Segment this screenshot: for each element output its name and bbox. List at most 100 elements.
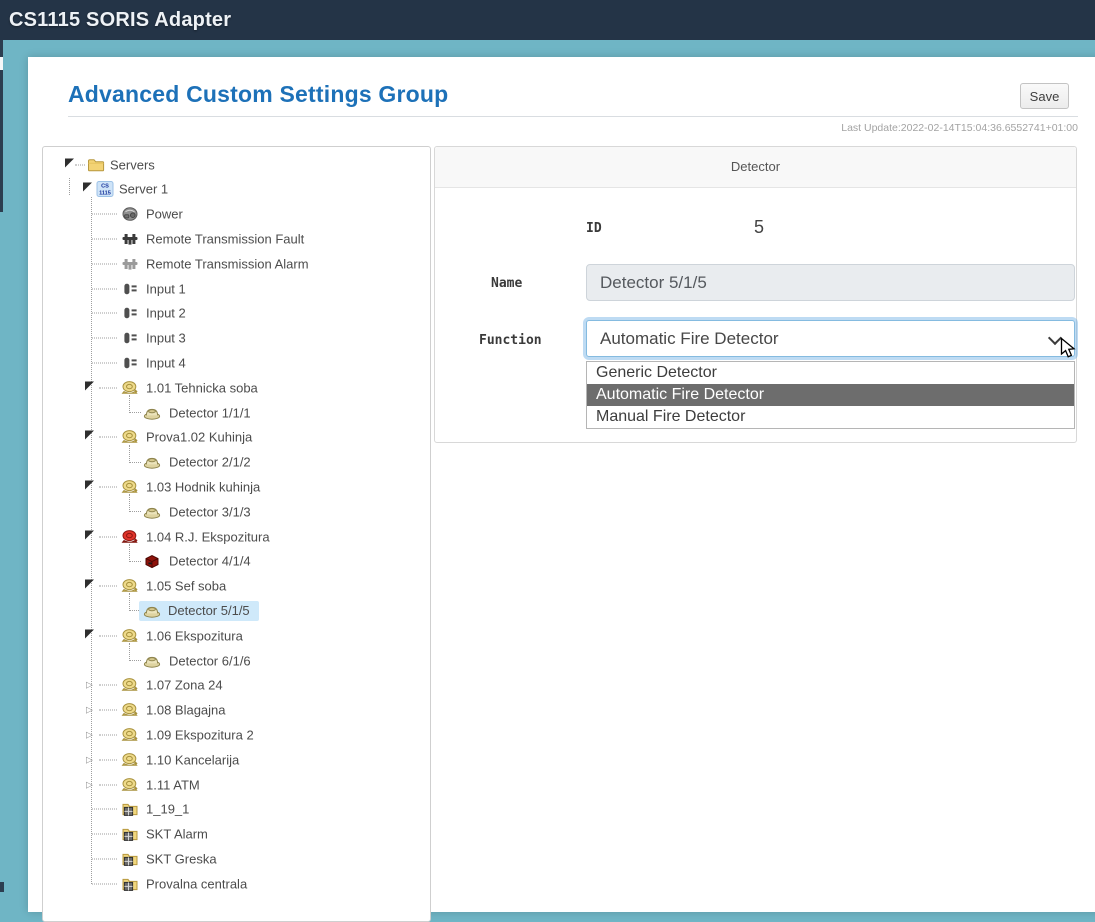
tree-connector [92,883,117,884]
last-update-timestamp: Last Update:2022-02-14T15:04:36.6552741+… [68,122,1078,134]
tree-item-servers[interactable]: Servers [43,152,430,177]
tree-item-server-1[interactable]: CS1115Server 1 [43,177,430,202]
heading-divider [68,116,1078,117]
expand-collapse-icon[interactable] [85,530,94,539]
detector-icon [143,504,161,520]
tree-connector [92,238,117,239]
tree-item-1-09-ekspozitura-2[interactable]: ▷ 1.09 Ekspozitura 2 [43,722,430,747]
main-card: Advanced Custom Settings Group Save Last… [28,57,1095,912]
expand-collapse-icon[interactable]: ▷ [86,706,93,715]
tree-connector [99,759,117,760]
tree-connector [99,536,117,537]
tree-connector [129,544,141,562]
tree-item-label: SKT Greska [146,851,217,866]
tree-item-label: 1.10 Kancelarija [146,752,239,767]
tree-item-skt-alarm[interactable]: SKT Alarm [43,822,430,847]
tree-item-label: SKT Alarm [146,827,208,842]
name-label: Name [491,276,522,291]
function-option-manual-fire-detector[interactable]: Manual Fire Detector [587,406,1074,428]
tree-item-1-07-zona-24[interactable]: ▷1.07 Zona 24 [43,673,430,698]
tree-item-detector-1-1-1[interactable]: Detector 1/1/1 [43,400,430,425]
detector-red-icon [143,553,161,569]
expand-collapse-icon[interactable] [85,629,94,638]
expand-collapse-icon[interactable]: ▷ [86,730,93,739]
tree-item-label: 1_19_1 [146,802,189,817]
app-title-bar: CS1115 SORIS Adapter [0,0,1095,40]
tree-item-detector-4-1-4[interactable]: Detector 4/1/4 [43,549,430,574]
tree-item-label: 1.05 Sef soba [146,579,226,594]
tree-item-1-19-1[interactable]: 1_19_1 [43,797,430,822]
tree-item-1-05-sef-soba[interactable]: 1.05 Sef soba [43,574,430,599]
device-tree: ServersCS1115Server 1 Power Remote Transmi… [43,152,430,921]
tree-item-remote-transmission-alarm[interactable]: Remote Transmission Alarm [43,251,430,276]
tree-connector [99,685,117,686]
tree-item-label: Remote Transmission Alarm [146,256,309,271]
tree-item-input-2[interactable]: Input 2 [43,301,430,326]
tree-item-input-1[interactable]: Input 1 [43,276,430,301]
page-title: Advanced Custom Settings Group [68,81,448,108]
detector-icon [143,653,161,669]
function-option-automatic-fire-detector[interactable]: Automatic Fire Detector [587,384,1074,406]
tree-connector [129,643,141,661]
expand-collapse-icon[interactable]: ▷ [86,681,93,690]
tree-item-remote-transmission-fault[interactable]: Remote Transmission Fault [43,226,430,251]
save-button[interactable]: Save [1020,83,1069,109]
tree-item-detector-6-1-6[interactable]: Detector 6/1/6 [43,648,430,673]
function-select[interactable]: Automatic Fire Detector [586,320,1075,357]
tree-item-input-4[interactable]: Input 4 [43,350,430,375]
tree-item-provalna-centrala[interactable]: Provalna centrala [43,871,430,896]
input-icon [121,281,139,297]
tree-connector [92,263,117,264]
tree-item-1-06-ekspozitura[interactable]: 1.06 Ekspozitura [43,623,430,648]
left-edge-notch [0,57,3,70]
zone-icon [121,578,139,594]
expand-collapse-icon[interactable] [65,158,74,167]
tree-connector [92,809,117,810]
zone-icon [121,479,139,495]
mouse-cursor [1060,337,1077,365]
tree-item-label: 1.09 Ekspozitura 2 [146,727,254,742]
tree-connector [99,586,117,587]
expand-collapse-icon[interactable] [85,480,94,489]
tree-item-detector-2-1-2[interactable]: Detector 2/1/2 [43,450,430,475]
tree-item-detector-3-1-3[interactable]: Detector 3/1/3 [43,499,430,524]
tree-item-prova1-02-kuhinja[interactable]: Prova1.02 Kuhinja [43,425,430,450]
tree-item-label: Detector 4/1/4 [169,554,251,569]
tree-connector [99,710,117,711]
expand-collapse-icon[interactable] [85,381,94,390]
name-input[interactable]: Detector 5/1/5 [586,264,1075,301]
zone-icon [121,727,139,743]
power-icon [121,206,139,222]
tree-item-label: Input 2 [146,306,186,321]
tree-item-1-08-blagajna[interactable]: ▷ 1.08 Blagajna [43,698,430,723]
tree-item-1-04-r-j-ekspozitura[interactable]: 1.04 R.J. Ekspozitura [43,524,430,549]
zone-icon [121,677,139,693]
tree-item-label: 1.06 Ekspozitura [146,628,243,643]
zone-icon [121,429,139,445]
tree-item-label: Provalna centrala [146,876,247,891]
tree-connector [92,834,117,835]
expand-collapse-icon[interactable] [85,580,94,589]
detector-detail-panel: Detector ID 5 Name Detector 5/1/5 Functi… [434,146,1077,443]
tree-item-detector-5-1-5[interactable]: Detector 5/1/5 [43,598,430,623]
tree-item-1-11-atm[interactable]: ▷1.11 ATM [43,772,430,797]
tree-item-1-01-tehnicka-soba[interactable]: 1.01 Tehnicka soba [43,375,430,400]
tree-connector [99,734,117,735]
tree-item-power[interactable]: Power [43,202,430,227]
expand-collapse-icon[interactable] [83,183,92,192]
tree-connector [92,858,117,859]
expand-collapse-icon[interactable] [85,431,94,440]
expand-collapse-icon[interactable]: ▷ [86,780,93,789]
tree-item-1-03-hodnik-kuhinja[interactable]: 1.03 Hodnik kuhinja [43,474,430,499]
panel-icon [121,826,139,842]
tree-item-1-10-kancelarija[interactable]: ▷ 1.10 Kancelarija [43,747,430,772]
tree-item-skt-greska[interactable]: SKT Greska [43,846,430,871]
function-label: Function [479,333,542,348]
tree-item-input-3[interactable]: Input 3 [43,326,430,351]
app-title: CS1115 SORIS Adapter [0,9,231,32]
function-option-generic-detector[interactable]: Generic Detector [587,362,1074,384]
tree-item-label: Power [146,207,183,222]
expand-collapse-icon[interactable]: ▷ [86,755,93,764]
zone-icon [121,628,139,644]
tree-item-label: 1.08 Blagajna [146,703,226,718]
